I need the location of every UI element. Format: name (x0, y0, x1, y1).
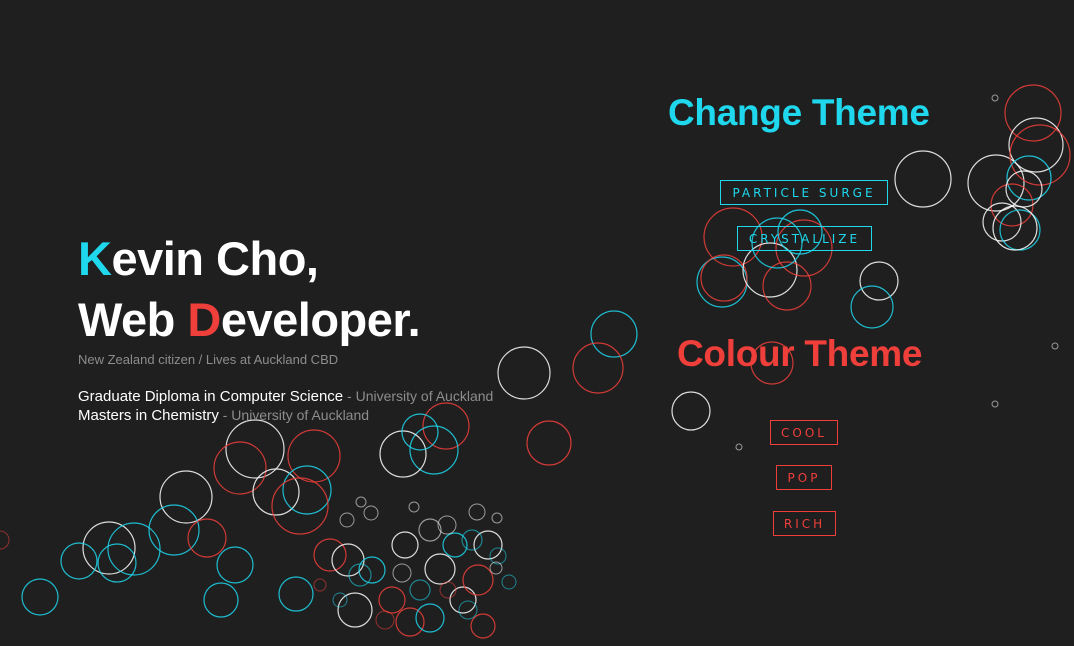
particle-ring (375, 610, 395, 630)
particle-ring (439, 581, 457, 599)
role-start: Web (78, 293, 188, 346)
particle-ring (313, 538, 347, 572)
particle-ring (458, 600, 478, 620)
name-rest: evin Cho, (111, 232, 319, 285)
particle-ring (409, 579, 431, 601)
particle-ring (497, 346, 551, 400)
particle-ring (337, 592, 373, 628)
particle-ring (424, 553, 456, 585)
particle-ring (501, 574, 517, 590)
particle-ring (159, 470, 213, 524)
hero-subtitle: New Zealand citizen / Lives at Auckland … (78, 352, 339, 367)
name-initial: K (78, 232, 112, 285)
education-item: Masters in Chemistry - University of Auc… (78, 406, 493, 425)
particle-ring (462, 564, 494, 596)
particle-ring (203, 582, 239, 618)
particle-ring (1004, 84, 1062, 142)
particle-ring (735, 443, 743, 451)
particle-ring (991, 94, 999, 102)
particle-ring (378, 586, 406, 614)
particle-ring (449, 586, 477, 614)
particle-ring (762, 261, 812, 311)
particle-ring (700, 254, 748, 302)
particle-ring (287, 429, 341, 483)
particle-ring (355, 496, 367, 508)
particle-ring (1008, 117, 1064, 173)
particle-ring (671, 391, 711, 431)
particle-ring (21, 578, 59, 616)
education-degree: Graduate Diploma in Computer Science (78, 388, 344, 405)
particle-ring (216, 546, 254, 584)
particle-ring (470, 613, 496, 639)
particle-ring (107, 522, 161, 576)
hero-title: Kevin Cho, Web Developer. (78, 228, 493, 350)
particle-surge-button[interactable]: PARTICLE SURGE (720, 180, 888, 205)
particle-ring (491, 512, 503, 524)
particle-ring (850, 285, 894, 329)
particle-ring (392, 563, 412, 583)
education-institution: - University of Auckland (218, 407, 370, 423)
particle-ring (590, 310, 638, 358)
education-degree: Masters in Chemistry (78, 407, 219, 424)
particle-ring (408, 501, 420, 513)
particle-ring (437, 515, 457, 535)
particle-ring (363, 505, 379, 521)
hero-section: Kevin Cho, Web Developer. New Zealand ci… (78, 228, 493, 425)
role-initial: D (187, 293, 221, 346)
particle-ring (339, 512, 355, 528)
particle-ring (282, 465, 332, 515)
particle-ring (148, 504, 200, 556)
particle-ring (358, 556, 386, 584)
particle-ring (461, 529, 483, 551)
particle-ring (415, 603, 445, 633)
particle-ring (395, 607, 425, 637)
rich-theme-button[interactable]: RICH (773, 511, 836, 536)
role-rest: eveloper. (220, 293, 421, 346)
particle-ring (391, 531, 419, 559)
particle-ring (990, 183, 1034, 227)
particle-ring (187, 518, 227, 558)
particle-ring (60, 542, 98, 580)
particle-ring (418, 518, 442, 542)
cool-theme-button[interactable]: COOL (770, 420, 838, 445)
pop-theme-button[interactable]: POP (776, 465, 832, 490)
particle-ring (1051, 342, 1059, 350)
particle-ring (278, 576, 314, 612)
particle-ring (859, 261, 899, 301)
particle-ring (0, 530, 10, 550)
change-theme-heading: Change Theme (668, 92, 930, 133)
colour-theme-heading: Colour Theme (677, 333, 923, 374)
particle-ring (991, 400, 999, 408)
particle-ring (213, 441, 267, 495)
particle-ring (473, 530, 503, 560)
particle-ring (313, 578, 327, 592)
education-institution: - University of Auckland (343, 388, 494, 404)
education-item: Graduate Diploma in Computer Science - U… (78, 387, 493, 406)
particle-ring (271, 477, 329, 535)
particle-ring (468, 503, 486, 521)
particle-ring (1005, 170, 1043, 208)
particle-ring (696, 256, 748, 308)
particle-ring (332, 592, 348, 608)
particle-ring (489, 547, 507, 565)
page-stage: Kevin Cho, Web Developer. New Zealand ci… (0, 0, 1074, 646)
education-list: Graduate Diploma in Computer Science - U… (78, 387, 493, 425)
particle-ring (526, 420, 572, 466)
particle-ring (894, 150, 952, 208)
crystallize-button[interactable]: CRYSTALLIZE (737, 226, 872, 251)
